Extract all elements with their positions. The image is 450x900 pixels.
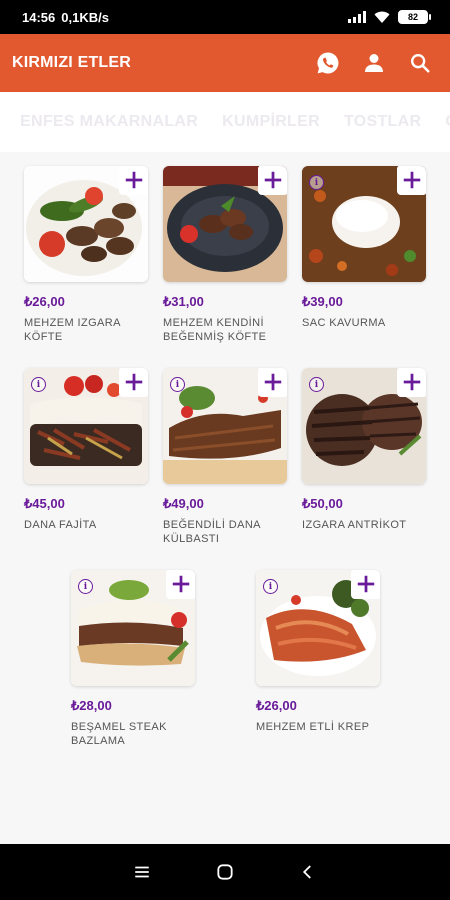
system-nav-bar [0, 844, 450, 900]
product-name: MEHZEM IZGARA KÖFTE [24, 317, 121, 343]
add-to-cart-button[interactable] [258, 368, 287, 397]
product-name: MEHZEM KENDİNİ BEĞENMİŞ KÖFTE [163, 317, 267, 343]
product-image[interactable]: i [71, 570, 195, 686]
product-image[interactable]: i [256, 570, 380, 686]
status-bar: 14:56 0,1KB/s 82 [0, 0, 450, 34]
add-to-cart-button[interactable] [397, 368, 426, 397]
clock: 14:56 [22, 9, 56, 25]
product-image[interactable] [24, 166, 148, 282]
battery-level: 82 [407, 12, 418, 22]
product-name: SAC KAVURMA [302, 317, 386, 329]
app-title: KIRMIZI ETLER [12, 54, 132, 71]
product-card[interactable]: i ₺49,00 BEĞENDİLİ DANA KÜLBASTI [163, 368, 287, 546]
plus-icon [264, 171, 282, 189]
product-image[interactable] [163, 166, 287, 282]
plus-icon [125, 373, 143, 391]
product-price: ₺50,00 [302, 496, 343, 511]
plus-icon [125, 171, 143, 189]
product-name: BEĞENDİLİ DANA KÜLBASTI [163, 519, 261, 545]
product-name: IZGARA ANTRİKOT [302, 519, 407, 531]
info-icon[interactable]: i [78, 579, 93, 594]
info-icon[interactable]: i [309, 175, 324, 190]
battery-icon: 82 [398, 10, 431, 24]
plus-icon [357, 575, 375, 593]
status-right: 82 [348, 10, 431, 24]
product-price: ₺28,00 [71, 698, 112, 713]
add-to-cart-button[interactable] [258, 166, 287, 195]
plus-icon [403, 171, 421, 189]
add-to-cart-button[interactable] [166, 570, 195, 599]
whatsapp-icon[interactable] [316, 51, 340, 75]
plus-icon [403, 373, 421, 391]
info-icon[interactable]: i [31, 377, 46, 392]
product-card[interactable]: ₺26,00 MEHZEM IZGARA KÖFTE [24, 166, 148, 344]
product-card[interactable]: i ₺28,00 BEŞAMEL STEAK BAZLAMA [71, 570, 195, 748]
product-price: ₺45,00 [24, 496, 65, 511]
product-price: ₺39,00 [302, 294, 343, 309]
product-price: ₺26,00 [24, 294, 65, 309]
product-card[interactable]: i ₺39,00 SAC KAVURMA [302, 166, 426, 330]
wifi-icon [374, 11, 390, 23]
tab-kumpirler[interactable]: KUMPİRLER [222, 113, 320, 131]
product-name: MEHZEM ETLİ KREP [256, 721, 370, 733]
product-image[interactable]: i [302, 166, 426, 282]
product-name: DANA FAJİTA [24, 519, 97, 531]
tab-tostlar[interactable]: TOSTLAR [344, 113, 421, 131]
info-icon[interactable]: i [263, 579, 278, 594]
product-image[interactable]: i [302, 368, 426, 484]
product-price: ₺49,00 [163, 496, 204, 511]
plus-icon [172, 575, 190, 593]
product-price: ₺31,00 [163, 294, 204, 309]
app-actions [316, 51, 432, 75]
menu-icon[interactable] [130, 860, 154, 884]
product-card[interactable]: i ₺26,00 MEHZEM ETLİ KREP [256, 570, 380, 734]
back-icon[interactable] [296, 860, 320, 884]
tab-enfes-makarnalar[interactable]: ENFES MAKARNALAR [20, 113, 198, 131]
product-card[interactable]: ₺31,00 MEHZEM KENDİNİ BEĞENMİŞ KÖFTE [163, 166, 287, 344]
status-left: 14:56 0,1KB/s [22, 10, 109, 25]
product-image[interactable]: i [24, 368, 148, 484]
app-bar: KIRMIZI ETLER [0, 34, 450, 92]
plus-icon [264, 373, 282, 391]
search-icon[interactable] [408, 51, 432, 75]
product-card[interactable]: i ₺45,00 DANA FAJİTA [24, 368, 148, 532]
add-to-cart-button[interactable] [351, 570, 380, 599]
network-speed: 0,1KB/s [61, 9, 109, 25]
tab-partial[interactable]: GÖ [445, 113, 450, 131]
home-icon[interactable] [213, 860, 237, 884]
info-icon[interactable]: i [170, 377, 185, 392]
product-grid: ₺26,00 MEHZEM IZGARA KÖFTE ₺31,00 MEHZEM… [0, 152, 450, 844]
product-image[interactable]: i [163, 368, 287, 484]
category-tabs: ENFES MAKARNALAR KUMPİRLER TOSTLAR GÖ [0, 92, 450, 152]
info-icon[interactable]: i [309, 377, 324, 392]
add-to-cart-button[interactable] [119, 368, 148, 397]
add-to-cart-button[interactable] [119, 166, 148, 195]
add-to-cart-button[interactable] [397, 166, 426, 195]
product-card[interactable]: i ₺50,00 IZGARA ANTRİKOT [302, 368, 426, 532]
signal-icon [348, 11, 366, 23]
product-name: BEŞAMEL STEAK BAZLAMA [71, 721, 167, 747]
product-price: ₺26,00 [256, 698, 297, 713]
user-icon[interactable] [362, 51, 386, 75]
